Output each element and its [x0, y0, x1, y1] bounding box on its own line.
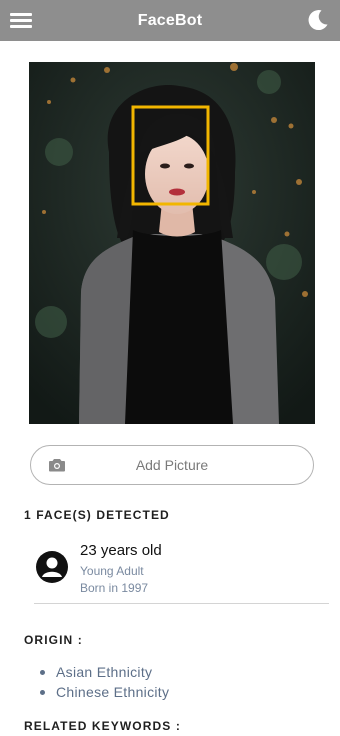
analyzed-photo: [29, 62, 315, 424]
divider: [34, 603, 329, 604]
face-birth-year: Born in 1997: [80, 581, 149, 595]
person-avatar-icon: [36, 551, 68, 583]
origin-heading: ORIGIN :: [24, 633, 83, 647]
face-result-item: 23 years old Young Adult Born in 1997: [36, 538, 326, 598]
face-age: 23 years old: [80, 542, 162, 559]
hamburger-menu-icon[interactable]: [10, 11, 32, 29]
moon-icon[interactable]: [306, 8, 330, 32]
origin-list: Asian Ethnicity Chinese Ethnicity: [40, 662, 169, 702]
faces-detected-heading: 1 FACE(S) DETECTED: [24, 508, 170, 522]
related-keywords-heading: RELATED KEYWORDS :: [24, 719, 181, 733]
face-age-group: Young Adult: [80, 564, 144, 578]
camera-icon: [49, 459, 65, 472]
app-header: FaceBot: [0, 0, 340, 41]
origin-item: Chinese Ethnicity: [40, 682, 169, 702]
origin-item: Asian Ethnicity: [40, 662, 169, 682]
add-picture-label: Add Picture: [135, 457, 209, 473]
add-picture-button[interactable]: Add Picture: [30, 445, 314, 485]
app-title: FaceBot: [137, 11, 203, 29]
